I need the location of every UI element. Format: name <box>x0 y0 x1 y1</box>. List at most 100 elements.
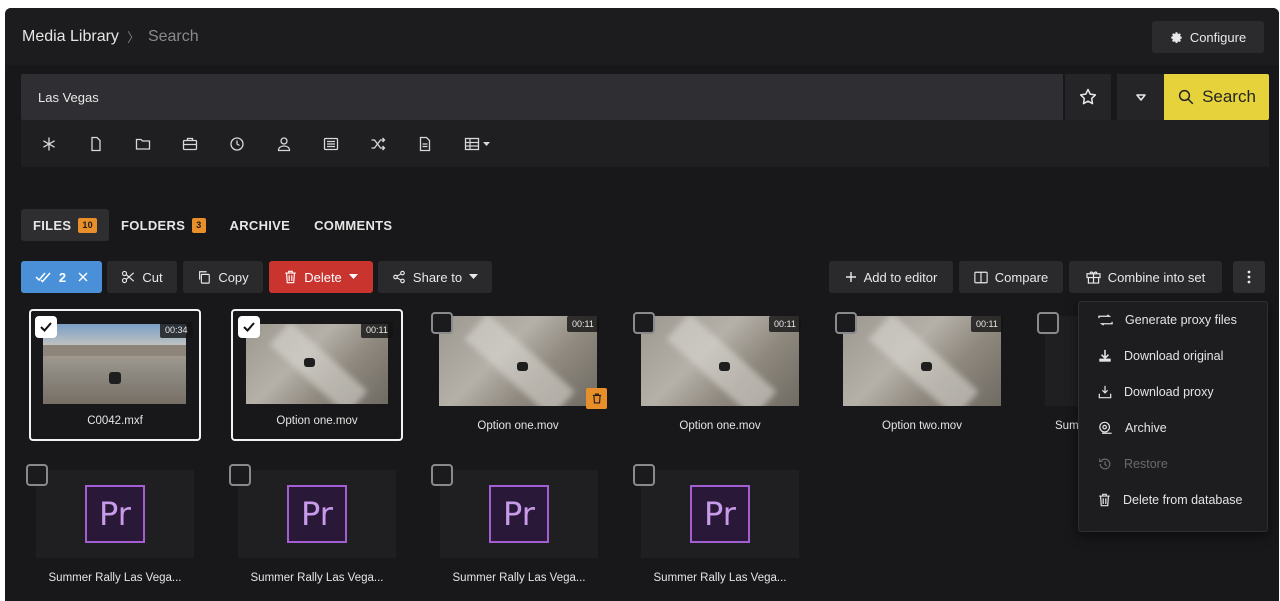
copy-label: Copy <box>218 269 249 285</box>
filter-bar <box>21 120 1269 167</box>
file-name[interactable]: Summer Rally Las Vega... <box>641 572 799 584</box>
menu-item-generate-proxy[interactable]: Generate proxy files <box>1079 302 1267 338</box>
duration-badge: 00:11 <box>567 316 599 332</box>
combine-into-set-button[interactable]: Combine into set <box>1069 261 1222 293</box>
compare-button[interactable]: Compare <box>959 261 1063 293</box>
table-icon <box>464 137 490 150</box>
search-button[interactable]: Search <box>1164 74 1269 120</box>
file-name[interactable]: Option two.mov <box>843 420 1001 432</box>
favorite-search-button[interactable] <box>1065 74 1111 120</box>
menu-item-archive[interactable]: Archive <box>1079 410 1267 446</box>
share-to-button[interactable]: Share to <box>378 261 492 293</box>
restore-icon <box>1099 458 1111 470</box>
set-box-icon <box>1086 270 1101 284</box>
list-icon[interactable] <box>323 120 370 167</box>
thumbnail-vehicle <box>517 362 528 371</box>
menu-item-download-proxy[interactable]: Download proxy <box>1079 374 1267 410</box>
user-icon[interactable] <box>276 120 323 167</box>
briefcase-icon[interactable] <box>182 120 229 167</box>
folder-icon[interactable] <box>135 120 182 167</box>
tab-comments[interactable]: COMMENTS <box>302 209 404 241</box>
cut-button[interactable]: Cut <box>107 261 177 293</box>
check-icon <box>40 322 52 332</box>
file-icon[interactable] <box>88 120 135 167</box>
clear-selection-icon[interactable] <box>78 272 88 282</box>
file-thumbnail[interactable]: Pr <box>238 470 396 558</box>
deleted-badge[interactable] <box>586 388 607 409</box>
document-icon[interactable] <box>417 120 464 167</box>
file-checkbox[interactable] <box>835 312 857 334</box>
copy-button[interactable]: Copy <box>183 261 263 293</box>
shuffle-icon[interactable] <box>370 120 417 167</box>
tab-folders-label: FOLDERS <box>120 217 186 233</box>
copy-icon <box>199 271 211 284</box>
file-checkbox[interactable] <box>238 316 260 338</box>
file-thumbnail[interactable]: Pr <box>440 470 598 558</box>
search-options-dropdown[interactable] <box>1117 74 1165 120</box>
file-checkbox[interactable] <box>26 464 48 486</box>
more-actions-menu: Generate proxy files Download original D… <box>1078 301 1268 532</box>
file-name[interactable]: Summer Rally Las Vega... <box>36 572 194 584</box>
search-input[interactable]: Las Vegas <box>21 74 1063 120</box>
proxy-icon <box>1098 314 1113 326</box>
file-name[interactable]: Option one.mov <box>641 420 799 432</box>
download-icon <box>1099 349 1111 362</box>
files-count-badge: 10 <box>78 217 97 233</box>
tab-files-label: FILES <box>33 217 72 233</box>
more-actions-button[interactable] <box>1233 261 1265 293</box>
file-checkbox[interactable] <box>229 464 251 486</box>
asterisk-icon[interactable] <box>41 120 88 167</box>
file-name[interactable]: Summer Rally Las Vega... <box>238 572 396 584</box>
file-name[interactable]: C0042.mxf <box>29 415 201 427</box>
tab-folders[interactable]: FOLDERS 3 <box>109 209 218 241</box>
configure-button[interactable]: Configure <box>1152 21 1264 53</box>
trash-icon <box>1099 493 1110 507</box>
file-thumbnail[interactable]: Pr <box>36 470 194 558</box>
table-view-dropdown[interactable] <box>464 120 524 167</box>
tab-comments-label: COMMENTS <box>314 217 393 233</box>
double-check-icon <box>35 272 51 283</box>
selection-count: 2 <box>58 269 67 285</box>
menu-item-download-original[interactable]: Download original <box>1079 338 1267 374</box>
premiere-pro-icon: Pr <box>85 485 145 543</box>
file-checkbox[interactable] <box>1037 312 1059 334</box>
tab-files[interactable]: FILES 10 <box>21 209 109 241</box>
scissors-icon <box>122 270 135 284</box>
file-thumbnail[interactable]: Pr <box>641 470 799 558</box>
clock-icon[interactable] <box>229 120 276 167</box>
file-name[interactable]: Sum <box>1055 420 1079 432</box>
file-name[interactable]: Option one.mov <box>439 420 597 432</box>
title-bar: Media Library 〉 Search Configure <box>5 8 1279 65</box>
star-icon <box>1079 88 1097 105</box>
compare-icon <box>974 271 988 283</box>
trash-icon <box>285 270 296 284</box>
file-checkbox[interactable] <box>431 464 453 486</box>
menu-item-delete-from-database[interactable]: Delete from database <box>1079 482 1267 518</box>
duration-badge: 00:11 <box>769 316 801 332</box>
selection-count-button[interactable]: 2 <box>21 261 102 293</box>
file-checkbox[interactable] <box>35 316 57 338</box>
search-icon <box>1178 89 1194 105</box>
tab-archive-label: ARCHIVE <box>229 217 291 233</box>
file-name[interactable]: Summer Rally Las Vega... <box>440 572 598 584</box>
tab-archive[interactable]: ARCHIVE <box>218 209 303 241</box>
breadcrumb-root[interactable]: Media Library <box>22 28 119 46</box>
duration-badge: 00:11 <box>971 316 1003 332</box>
menu-item-label: Download proxy <box>1124 385 1214 399</box>
add-to-editor-button[interactable]: Add to editor <box>829 261 953 293</box>
file-name[interactable]: Option one.mov <box>231 415 403 427</box>
premiere-pro-icon: Pr <box>489 485 549 543</box>
menu-item-restore: Restore <box>1079 446 1267 482</box>
file-checkbox[interactable] <box>633 312 655 334</box>
file-checkbox[interactable] <box>633 464 655 486</box>
delete-button[interactable]: Delete <box>269 261 373 293</box>
premiere-pro-icon: Pr <box>690 485 750 543</box>
duration-badge: 00:11 <box>361 322 393 338</box>
thumbnail-hills <box>43 344 186 356</box>
search-row: Las Vegas Search <box>21 74 1269 120</box>
share-icon <box>393 270 405 284</box>
file-checkbox[interactable] <box>431 312 453 334</box>
menu-item-label: Archive <box>1125 421 1167 435</box>
thumbnail-vehicle <box>109 372 121 384</box>
kebab-menu-icon <box>1247 270 1251 284</box>
